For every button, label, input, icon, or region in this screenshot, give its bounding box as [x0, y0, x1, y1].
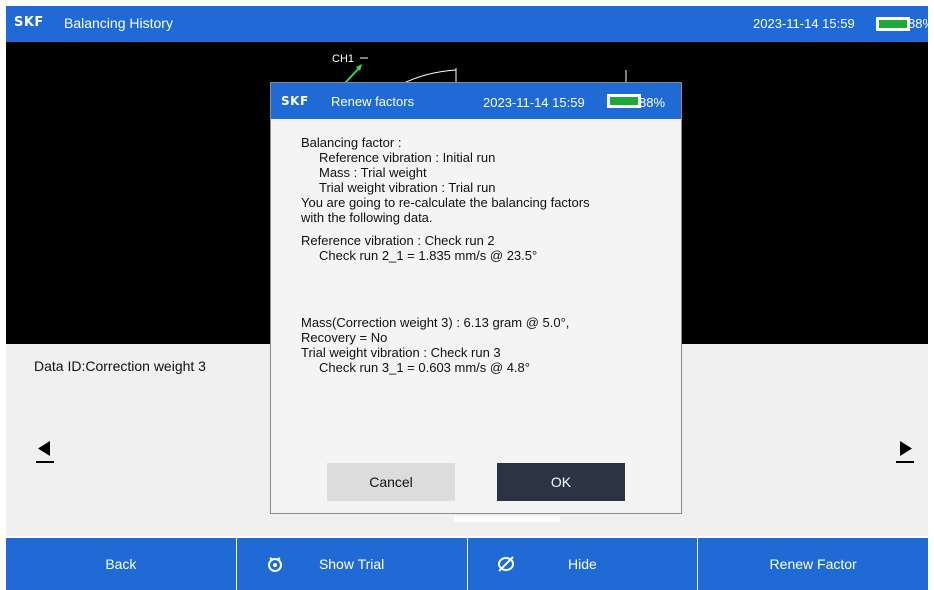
- dialog-header: SKF Renew factors 2023-11-14 15:59 88%: [271, 83, 681, 119]
- message-line: Mass : Trial weight: [319, 165, 427, 180]
- eye-slash-icon: [497, 556, 514, 572]
- bottom-toolbar: Back Show Trial Hide Renew Factor: [6, 538, 928, 590]
- battery-label: 88%: [908, 16, 934, 31]
- message-line: You are going to re-calculate the balanc…: [301, 195, 590, 210]
- hide-button[interactable]: Hide: [468, 538, 699, 590]
- renew-factor-label: Renew Factor: [769, 556, 857, 572]
- message-line: with the following data.: [301, 210, 433, 225]
- message-line: Reference vibration : Initial run: [319, 150, 496, 165]
- message-line: Mass(Correction weight 3) : 6.13 gram @ …: [301, 315, 570, 330]
- triangle-right-icon[interactable]: [892, 436, 918, 466]
- dialog-battery-icon: [607, 94, 641, 108]
- show-trial-button[interactable]: Show Trial: [237, 538, 468, 590]
- channel-label: CH1: [332, 53, 354, 65]
- message-line: Check run 3_1 = 0.603 mm/s @ 4.8°: [319, 360, 530, 375]
- message-line: Check run 2_1 = 1.835 mm/s @ 23.5°: [319, 248, 538, 263]
- skf-logo: SKF: [14, 15, 44, 30]
- eye-target-icon: [267, 557, 282, 572]
- show-trial-label: Show Trial: [318, 556, 385, 572]
- dialog-title: Renew factors: [331, 94, 415, 109]
- triangle-left-icon[interactable]: [32, 436, 58, 466]
- dialog-battery-label: 88%: [639, 95, 666, 110]
- data-id-label: Data ID:Correction weight 3: [34, 358, 206, 374]
- renew-factors-dialog: SKF Renew factors 2023-11-14 15:59 88% B…: [270, 82, 682, 514]
- ok-button[interactable]: OK: [497, 463, 625, 501]
- message-line: Balancing factor :: [301, 135, 402, 150]
- message-line: Trial weight vibration : Trial run: [319, 180, 496, 195]
- status-datetime: 2023-11-14 15:59: [753, 16, 855, 31]
- cancel-button[interactable]: Cancel: [327, 463, 455, 501]
- back-label: Back: [105, 556, 137, 572]
- divider-strip: [454, 516, 560, 522]
- hide-label: Hide: [567, 556, 597, 572]
- dialog-message: Balancing factor : Reference vibration :…: [301, 135, 661, 375]
- message-line: Reference vibration : Check run 2: [301, 233, 495, 248]
- back-button[interactable]: Back: [6, 538, 237, 590]
- dialog-skf-logo: SKF: [281, 94, 309, 108]
- renew-factor-button[interactable]: Renew Factor: [698, 538, 928, 590]
- message-line: Trial weight vibration : Check run 3: [301, 345, 501, 360]
- page-title: Balancing History: [64, 15, 173, 31]
- title-bar: SKF Balancing History 2023-11-14 15:59 8…: [6, 6, 934, 42]
- dialog-datetime: 2023-11-14 15:59: [483, 95, 585, 110]
- message-line: Recovery = No: [301, 330, 388, 345]
- battery-icon: [876, 17, 910, 31]
